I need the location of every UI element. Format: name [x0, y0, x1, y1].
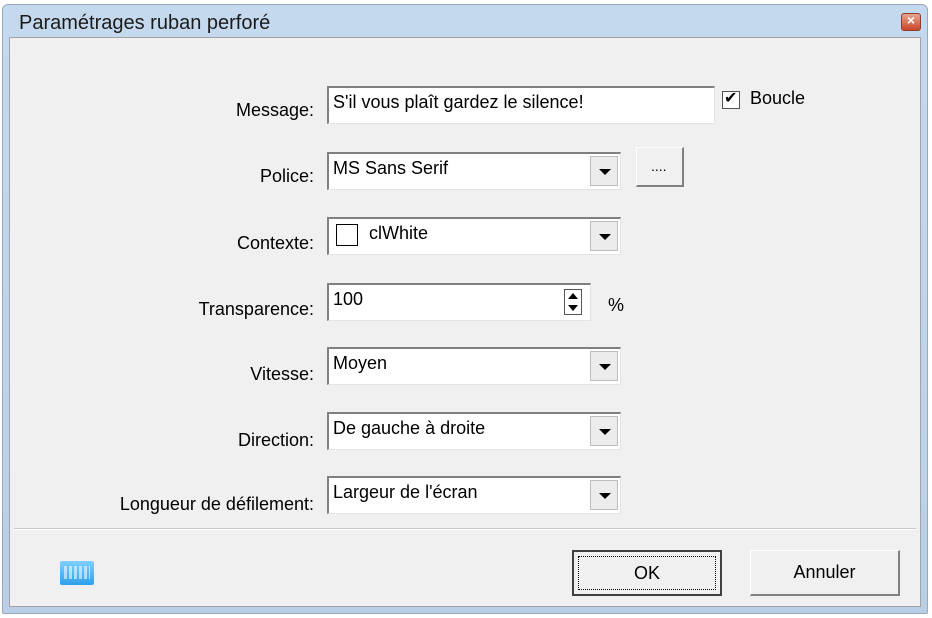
close-icon: ×	[906, 12, 916, 28]
close-button[interactable]: ×	[901, 12, 921, 31]
scroll-length-dropdown-arrow-icon[interactable]	[590, 480, 618, 510]
font-select-value: MS Sans Serif	[333, 158, 449, 178]
direction-select-value: De gauche à droite	[333, 418, 486, 438]
message-input[interactable]: S'il vous plaît gardez le silence!	[327, 86, 715, 124]
font-browse-label: ....	[651, 158, 667, 174]
transparency-value: 100	[333, 289, 364, 309]
color-swatch	[336, 224, 358, 246]
scroll-length-select-value: Largeur de l'écran	[333, 482, 478, 502]
font-browse-button[interactable]: ....	[636, 147, 684, 187]
dialog-window: Paramétrages ruban perforé × Message: S'…	[2, 4, 928, 614]
speed-label: Vitesse:	[250, 364, 314, 384]
cancel-button[interactable]: Annuler	[750, 550, 900, 596]
focus-rectangle	[578, 556, 716, 590]
footer-separator	[14, 528, 916, 530]
direction-select[interactable]: De gauche à droite	[327, 412, 621, 450]
speed-dropdown-arrow-icon[interactable]	[590, 351, 618, 381]
loop-checkbox[interactable]	[722, 88, 740, 109]
background-dropdown-arrow-icon[interactable]	[590, 221, 618, 251]
percent-unit: %	[608, 295, 625, 315]
transparency-label: Transparence:	[198, 299, 314, 319]
message-label: Message:	[235, 100, 314, 120]
background-color-select[interactable]: clWhite	[327, 217, 621, 255]
dialog-client-area: Message: S'il vous plaît gardez le silen…	[9, 37, 921, 607]
speed-select-value: Moyen	[333, 353, 388, 373]
direction-dropdown-arrow-icon[interactable]	[590, 416, 618, 446]
title-bar[interactable]: Paramétrages ruban perforé ×	[3, 5, 927, 39]
font-dropdown-arrow-icon[interactable]	[590, 156, 618, 186]
spin-arrows-icon[interactable]	[564, 289, 582, 315]
cancel-button-label: Annuler	[793, 562, 856, 582]
font-label: Police:	[259, 166, 314, 186]
transparency-spinbox[interactable]: 100	[327, 283, 591, 321]
scroll-length-label: Longueur de défilement:	[119, 494, 314, 514]
ok-button[interactable]: OK	[572, 550, 722, 596]
window-title: Paramétrages ruban perforé	[19, 12, 271, 34]
background-color-value: clWhite	[369, 223, 429, 243]
loop-checkbox-label[interactable]: Boucle	[750, 88, 805, 109]
keyboard-icon[interactable]	[60, 561, 94, 585]
scroll-length-select[interactable]: Largeur de l'écran	[327, 476, 621, 514]
speed-select[interactable]: Moyen	[327, 347, 621, 385]
font-select[interactable]: MS Sans Serif	[327, 152, 621, 190]
background-label: Contexte:	[236, 233, 314, 253]
direction-label: Direction:	[237, 430, 314, 450]
message-input-value: S'il vous plaît gardez le silence!	[333, 92, 584, 112]
